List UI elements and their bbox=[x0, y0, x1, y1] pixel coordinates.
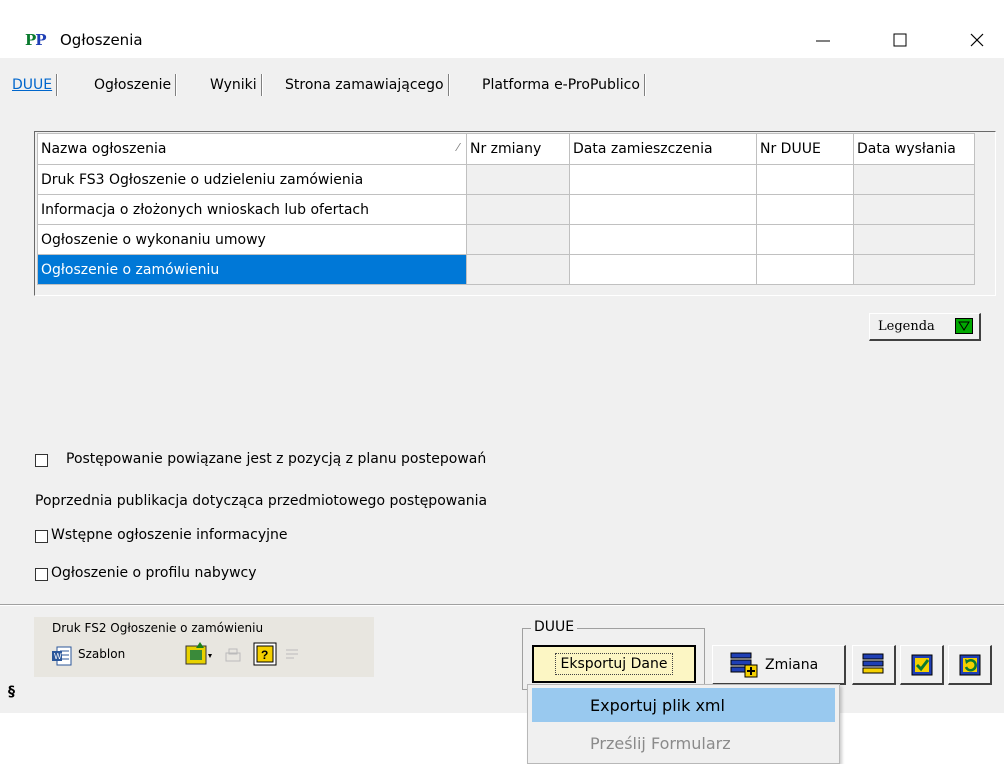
legenda-label: Legenda bbox=[878, 319, 935, 334]
profil-label: Ogłoszenie o profilu nabywcy bbox=[51, 565, 257, 581]
table-row-selected[interactable]: Ogłoszenie o zamówieniu bbox=[37, 254, 975, 285]
cell-name[interactable]: Druk FS3 Ogłoszenie o udzieleniu zamówie… bbox=[37, 164, 467, 195]
cell-nr-zmiany[interactable] bbox=[466, 254, 570, 285]
cell-nr-duue[interactable] bbox=[756, 194, 854, 225]
cell-nr-duue[interactable] bbox=[756, 254, 854, 285]
plan-link-checkbox[interactable] bbox=[35, 454, 48, 467]
svg-text:?: ? bbox=[261, 648, 268, 662]
tab-ogloszenie[interactable]: Ogłoszenie bbox=[90, 74, 177, 96]
export-data-button[interactable]: Eksportuj Dane bbox=[532, 645, 696, 683]
approve-button[interactable] bbox=[900, 645, 944, 685]
list-icon bbox=[284, 647, 300, 667]
tab-duue[interactable]: DUUE bbox=[8, 74, 58, 96]
cell-nr-zmiany[interactable] bbox=[466, 194, 570, 225]
refresh-button[interactable] bbox=[948, 645, 992, 685]
cell-name[interactable]: Ogłoszenie o wykonaniu umowy bbox=[37, 224, 467, 255]
announcements-grid: Nazwa ogłoszenia ⁄ Nr zmiany Data zamiesz… bbox=[34, 131, 996, 296]
cell-data-wyslania[interactable] bbox=[853, 164, 975, 195]
table-row[interactable]: Druk FS3 Ogłoszenie o udzieleniu zamówie… bbox=[37, 164, 975, 195]
tab-strip: DUUE Ogłoszenie Wyniki Strona zamawiając… bbox=[0, 70, 1004, 98]
cell-nr-duue[interactable] bbox=[756, 164, 854, 195]
cell-data-wyslania[interactable] bbox=[853, 194, 975, 225]
table-header-row: Nazwa ogłoszenia ⁄ Nr zmiany Data zamiesz… bbox=[37, 133, 975, 165]
export-data-label: Eksportuj Dane bbox=[555, 653, 673, 675]
divider bbox=[0, 605, 1004, 606]
table-row[interactable]: Informacja o złożonych wnioskach lub ofe… bbox=[37, 194, 975, 225]
announcements-table: Nazwa ogłoszenia ⁄ Nr zmiany Data zamiesz… bbox=[37, 133, 975, 285]
announcements-window: PP Ogłoszenia DUUE Ogłoszenie Wyniki Str… bbox=[0, 0, 1004, 713]
tab-wyniki[interactable]: Wyniki bbox=[206, 74, 262, 96]
cell-data-wyslania[interactable] bbox=[853, 224, 975, 255]
menu-item-export-xml[interactable]: Exportuj plik xml bbox=[532, 688, 835, 722]
cell-data-zamieszczenia[interactable] bbox=[569, 224, 757, 255]
sort-icon: ⁄ bbox=[457, 141, 459, 154]
cell-data-zamieszczenia[interactable] bbox=[569, 194, 757, 225]
menu-item-send-form[interactable]: Prześlij Formularz bbox=[532, 726, 835, 760]
szablon-button[interactable]: Szablon bbox=[78, 647, 125, 661]
close-button[interactable] bbox=[954, 22, 1000, 58]
col-header-data-wyslania[interactable]: Data wysłania bbox=[853, 133, 975, 165]
print-toolbar: Druk FS2 Ogłoszenie o zamówieniu W Szabl… bbox=[34, 617, 374, 677]
cell-data-zamieszczenia[interactable] bbox=[569, 164, 757, 195]
title-bar: PP Ogłoszenia bbox=[0, 0, 1004, 58]
col-header-nr-zmiany[interactable]: Nr zmiany bbox=[466, 133, 570, 165]
cell-name[interactable]: Informacja o złożonych wnioskach lub ofe… bbox=[37, 194, 467, 225]
print-toolbar-caption: Druk FS2 Ogłoszenie o zamówieniu bbox=[52, 621, 264, 635]
maximize-button[interactable] bbox=[877, 22, 923, 58]
edit-document-icon[interactable]: ? bbox=[253, 642, 277, 670]
app-logo: PP bbox=[25, 31, 47, 49]
duue-group-label: DUUE bbox=[531, 619, 578, 635]
previous-publication-label: Poprzednia publikacja dotycząca przedmio… bbox=[35, 493, 488, 509]
minimize-button[interactable] bbox=[800, 22, 846, 58]
close-icon bbox=[970, 33, 984, 47]
export-popup-menu: Exportuj plik xml Prześlij Formularz bbox=[527, 684, 840, 764]
zmiana-button[interactable]: Zmiana bbox=[712, 645, 846, 685]
list-lines-icon bbox=[862, 653, 883, 673]
svg-text:W: W bbox=[54, 652, 62, 661]
col-header-nazwa[interactable]: Nazwa ogłoszenia ⁄ bbox=[37, 133, 467, 165]
plan-link-label: Postępowanie powiązane jest z pozycją z … bbox=[66, 451, 487, 467]
window-title: Ogłoszenia bbox=[60, 31, 143, 49]
print-icon bbox=[224, 647, 242, 669]
profil-checkbox[interactable] bbox=[35, 568, 48, 581]
generate-icon[interactable] bbox=[184, 642, 212, 672]
list-button[interactable] bbox=[852, 645, 896, 685]
word-document-icon[interactable]: W bbox=[52, 646, 72, 666]
cell-name[interactable]: Ogłoszenie o zamówieniu bbox=[37, 254, 467, 285]
legenda-button[interactable]: Legenda bbox=[869, 313, 981, 341]
arrow-down-icon bbox=[955, 318, 973, 334]
cell-data-zamieszczenia[interactable] bbox=[569, 254, 757, 285]
tab-platforma[interactable]: Platforma e-ProPublico bbox=[478, 74, 645, 96]
add-change-icon bbox=[730, 652, 758, 677]
col-header-data-zamieszczenia[interactable]: Data zamieszczenia bbox=[569, 133, 757, 165]
maximize-icon bbox=[893, 33, 907, 47]
section-sign: § bbox=[8, 684, 15, 700]
col-header-nr-duue[interactable]: Nr DUUE bbox=[756, 133, 854, 165]
wstepne-label: Wstępne ogłoszenie informacyjne bbox=[51, 527, 288, 543]
table-row[interactable]: Ogłoszenie o wykonaniu umowy bbox=[37, 224, 975, 255]
checkmark-icon bbox=[911, 654, 932, 675]
wstepne-checkbox[interactable] bbox=[35, 530, 48, 543]
minimize-icon bbox=[816, 40, 830, 42]
cell-data-wyslania[interactable] bbox=[853, 254, 975, 285]
cell-nr-duue[interactable] bbox=[756, 224, 854, 255]
zmiana-label: Zmiana bbox=[765, 656, 819, 673]
cell-nr-zmiany[interactable] bbox=[466, 164, 570, 195]
tab-strona-zamawiajacego[interactable]: Strona zamawiającego bbox=[281, 74, 449, 96]
cell-nr-zmiany[interactable] bbox=[466, 224, 570, 255]
refresh-icon bbox=[959, 654, 980, 675]
